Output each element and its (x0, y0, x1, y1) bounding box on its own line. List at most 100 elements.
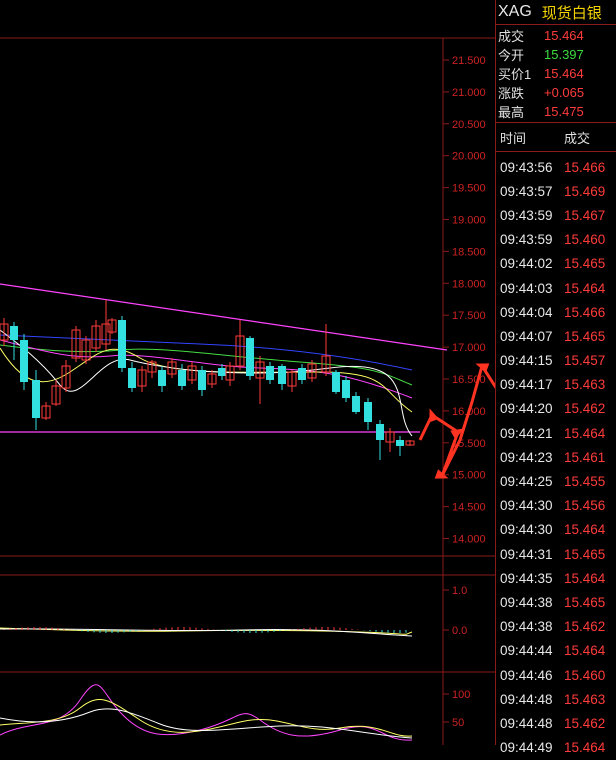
price-axis-label: 17.500 (452, 310, 486, 322)
candle-body (32, 380, 40, 418)
candle-body (246, 338, 254, 376)
tick-row: 09:44:46 15.460 (496, 663, 616, 687)
quote-summary: 成交 15.464 今开 15.397 买价1 15.464 涨跌 +0.065 最高 15.47… (496, 25, 616, 123)
price-axis-label: 21.000 (452, 87, 486, 99)
quote-row: 涨跌 +0.065 (496, 83, 616, 102)
tick-price: 15.464 (564, 570, 606, 586)
tick-price: 15.469 (564, 183, 606, 199)
candle-body (20, 340, 28, 382)
quote-label: 买价1 (498, 67, 532, 82)
tick-price: 15.464 (564, 740, 606, 756)
tick-price: 15.461 (564, 449, 606, 465)
moving-average-line (0, 334, 413, 371)
symbol-name: 现货白银 (541, 4, 602, 22)
kdj-axis-label: 100 (452, 689, 470, 701)
tick-row: 09:44:20 15.462 (496, 397, 616, 421)
tick-row: 09:44:03 15.464 (496, 276, 616, 300)
tick-price: 15.464 (564, 522, 606, 538)
tick-time: 09:44:44 (500, 643, 553, 659)
tick-time: 09:43:56 (500, 159, 553, 175)
tick-row: 09:44:21 15.464 (496, 421, 616, 445)
tick-row: 09:43:59 15.467 (496, 203, 616, 227)
tick-time: 09:44:30 (500, 498, 553, 514)
tick-price: 15.466 (564, 159, 606, 175)
tick-time: 09:44:20 (500, 401, 553, 417)
candlestick-chart[interactable]: 21.500 21.000 20.500 20.000 19.500 19.000 18.5… (0, 0, 495, 745)
tick-price: 15.466 (564, 304, 606, 320)
quote-label: 成交 (498, 29, 525, 44)
quote-row: 成交 15.464 (496, 26, 616, 45)
macd-axis-label: 0.0 (452, 625, 467, 637)
tick-row: 09:44:30 15.464 (496, 518, 616, 542)
quote-label: 今开 (498, 48, 525, 63)
tick-row: 09:44:31 15.465 (496, 542, 616, 566)
quote-label: 涨跌 (498, 86, 525, 101)
tick-time: 09:44:23 (500, 449, 553, 465)
tick-price: 15.462 (564, 619, 606, 635)
symbol-code: XAG (498, 3, 532, 20)
tick-time: 09:44:38 (500, 619, 553, 635)
candle-body (178, 370, 186, 386)
tick-row: 09:44:38 15.465 (496, 590, 616, 614)
candle-body (278, 366, 286, 384)
candle-body (158, 370, 166, 386)
tick-row: 09:44:38 15.462 (496, 615, 616, 639)
tick-list[interactable]: 09:43:56 15.466 09:43:57 15.469 09:43:59 15.4… (496, 152, 616, 760)
tick-row: 09:44:49 15.464 (496, 736, 616, 760)
tick-price: 15.457 (564, 353, 606, 369)
symbol-header[interactable]: XAG 现货白银 (496, 0, 616, 25)
tick-row: 09:44:44 15.464 (496, 639, 616, 663)
candle-body (332, 372, 340, 392)
arrow-head-icon (429, 408, 439, 423)
tick-price: 15.467 (564, 207, 606, 223)
price-axis-label: 15.000 (452, 470, 486, 482)
quote-value: 15.475 (544, 104, 584, 119)
tick-time: 09:44:46 (500, 667, 553, 683)
tick-row: 09:44:30 15.456 (496, 494, 616, 518)
tick-price: 15.460 (564, 667, 606, 683)
tick-row: 09:44:15 15.457 (496, 349, 616, 373)
tick-time: 09:43:59 (500, 207, 553, 223)
price-axis-label: 20.500 (452, 119, 486, 131)
chart-area[interactable]: 21.500 21.000 20.500 20.000 19.500 19.000 18.5… (0, 0, 495, 745)
resistance-trend-line (0, 283, 448, 351)
price-axis-label: 18.500 (452, 246, 486, 258)
quote-panel: XAG 现货白银 成交 15.464 今开 15.397 买价1 15.464 涨跌 +0.0… (495, 0, 616, 755)
tick-price: 15.465 (564, 594, 606, 610)
candle-body (128, 368, 136, 388)
quote-label: 最高 (498, 105, 525, 120)
tick-time: 09:44:02 (500, 256, 553, 272)
candle-body (10, 326, 18, 340)
tick-time: 09:44:31 (500, 546, 553, 562)
price-axis-label: 20.000 (452, 151, 486, 163)
tick-row: 09:43:59 15.460 (496, 228, 616, 252)
tick-price: 15.456 (564, 498, 606, 514)
tick-time: 09:44:15 (500, 353, 553, 369)
tick-row: 09:44:48 15.463 (496, 687, 616, 711)
candle-body (342, 380, 350, 398)
tick-price: 15.464 (564, 280, 606, 296)
tick-time: 09:44:35 (500, 570, 553, 586)
ticks-header: 时间 成交 (496, 123, 616, 152)
price-axis-label: 19.000 (452, 215, 486, 227)
tick-time: 09:44:49 (500, 740, 553, 756)
ticks-header-time: 时间 (500, 130, 527, 146)
tick-price: 15.463 (564, 691, 606, 707)
tick-row: 09:44:23 15.461 (496, 445, 616, 469)
tick-time: 09:44:07 (500, 328, 553, 344)
tick-time: 09:44:04 (500, 304, 553, 320)
tick-price: 15.465 (564, 256, 606, 272)
tick-price: 15.464 (564, 425, 606, 441)
kdj-axis-label: 50 (452, 717, 464, 729)
tick-time: 09:44:30 (500, 522, 553, 538)
quote-row: 最高 15.475 (496, 102, 616, 121)
tick-price: 15.460 (564, 232, 606, 248)
tick-price: 15.465 (564, 546, 606, 562)
tick-row: 09:44:07 15.465 (496, 324, 616, 348)
tick-row: 09:44:48 15.462 (496, 711, 616, 735)
tick-time: 09:44:48 (500, 715, 553, 731)
kdj-k-line (0, 708, 413, 739)
quote-value: 15.464 (544, 66, 584, 81)
price-axis-label: 14.000 (452, 534, 486, 546)
ticks-header-price: 成交 (564, 130, 591, 146)
